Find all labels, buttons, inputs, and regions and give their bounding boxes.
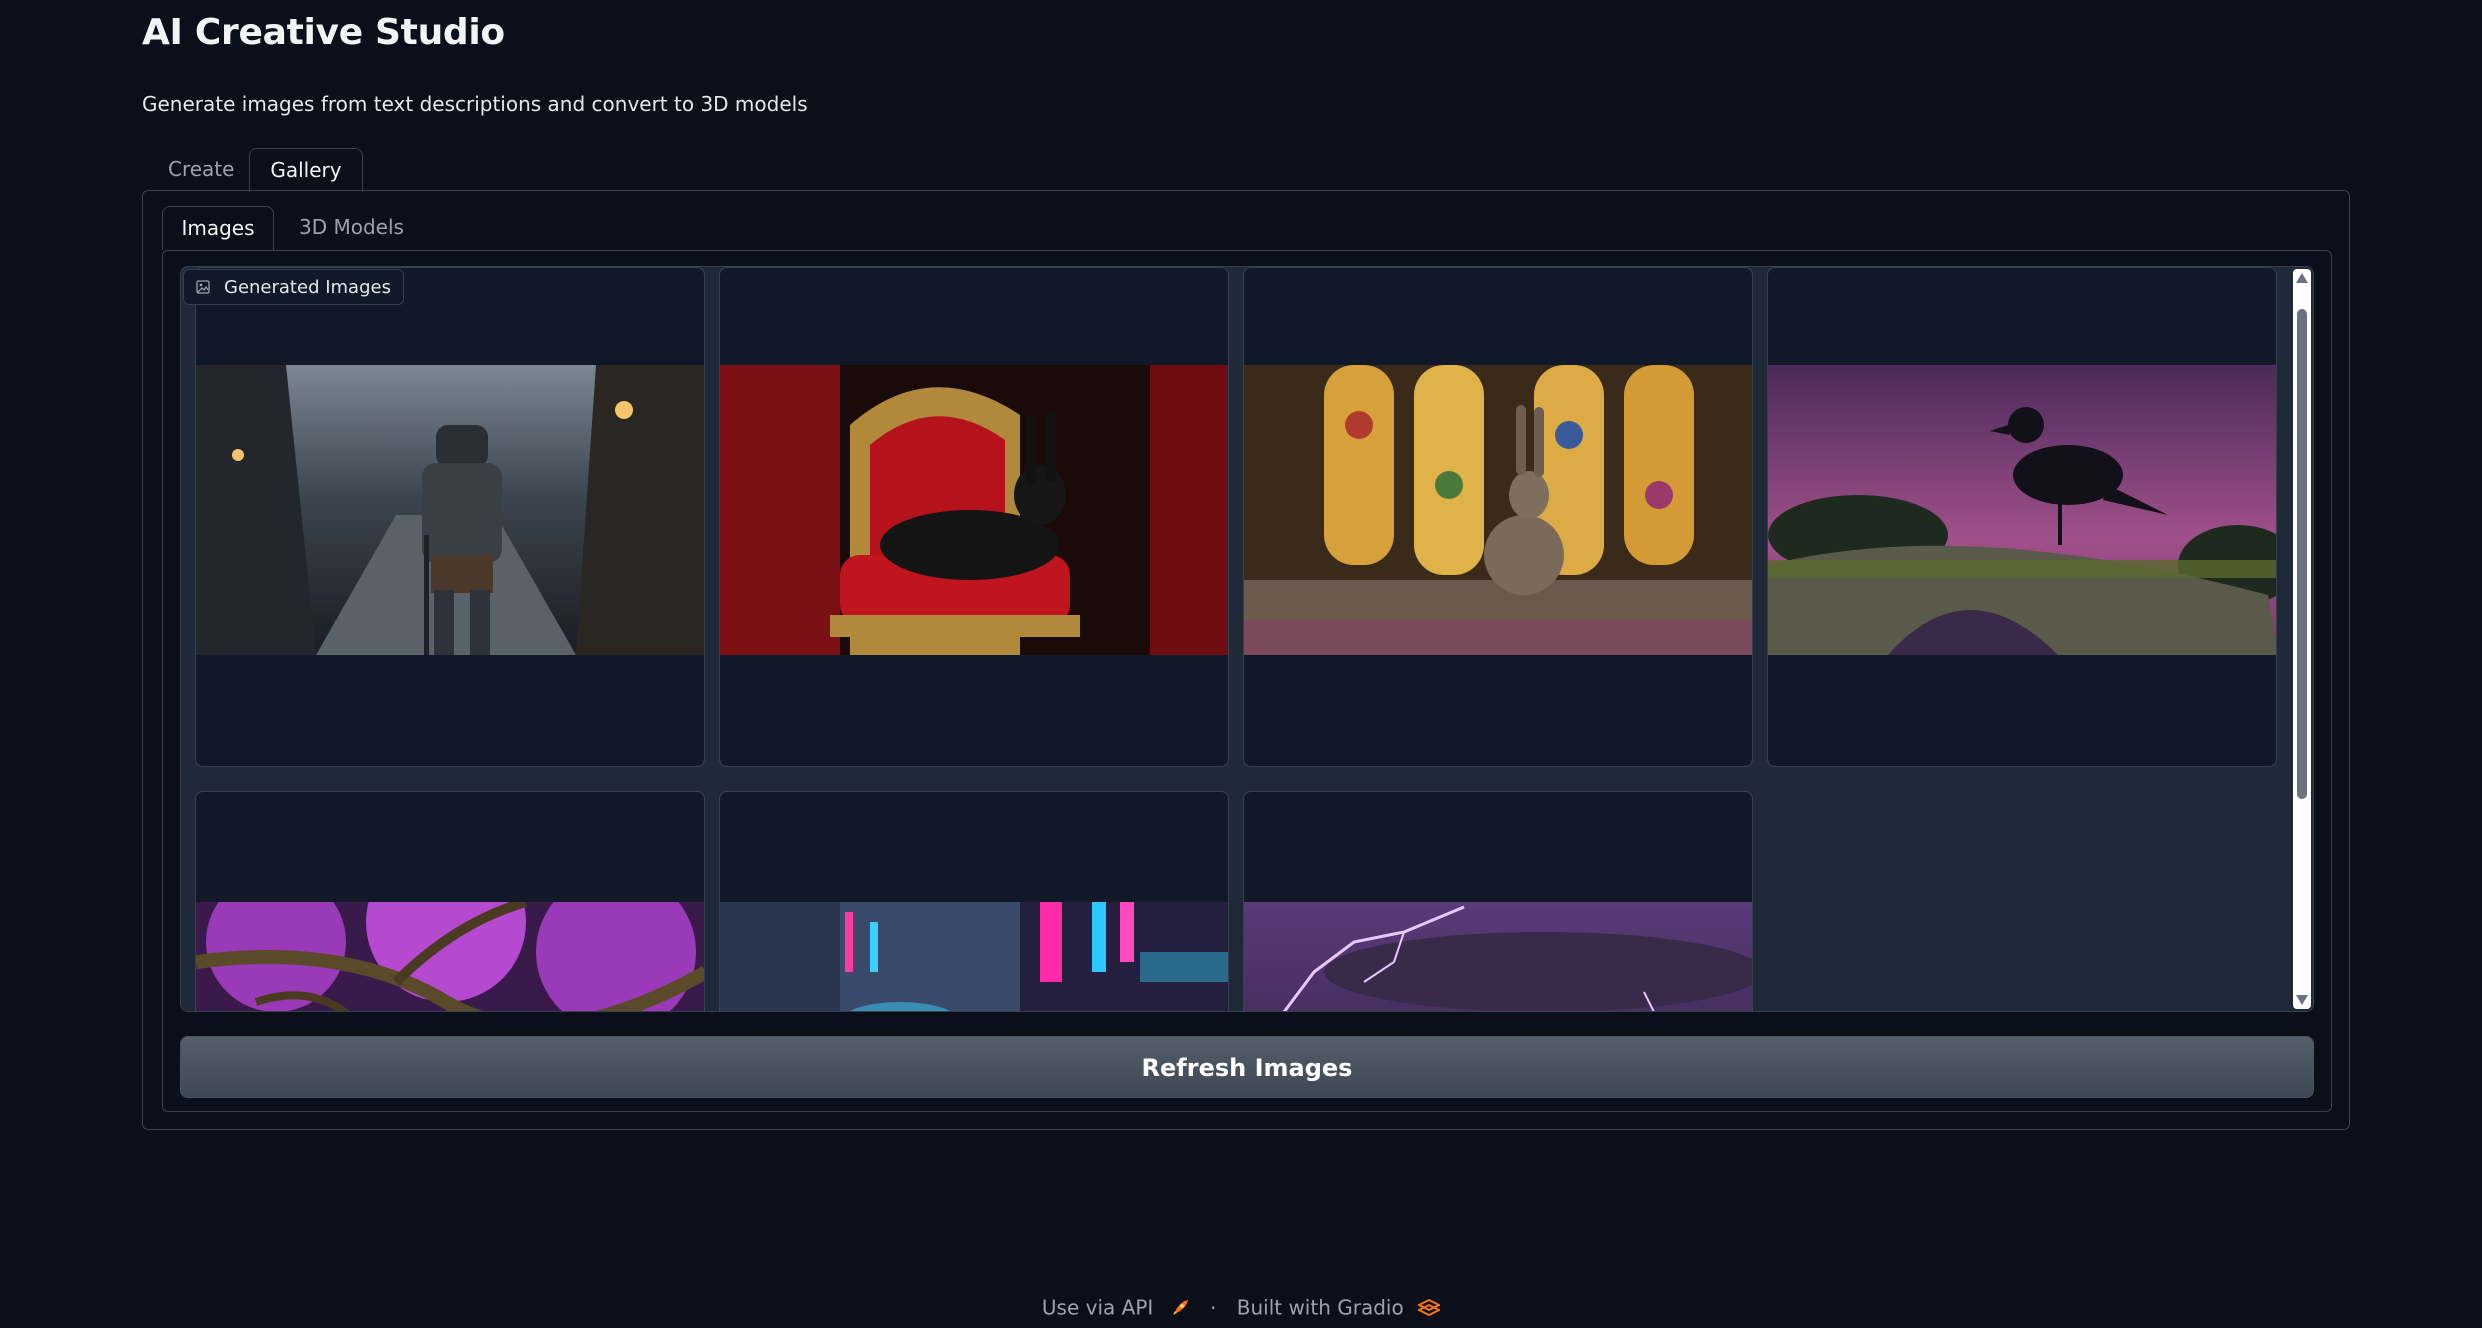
- built-with-gradio-link[interactable]: Built with Gradio: [1237, 1296, 1404, 1320]
- rabbit-throne-image: [720, 365, 1228, 655]
- footer-separator: ·: [1210, 1295, 1217, 1320]
- page-title: AI Creative Studio: [142, 12, 505, 53]
- raven-bridge-image: [1768, 365, 2276, 655]
- gallery-item-purple-tree[interactable]: [195, 791, 705, 1011]
- lightning-storm-image: [1244, 902, 1752, 1011]
- scrollbar-thumb[interactable]: [2297, 309, 2307, 799]
- tab-create[interactable]: Create: [168, 148, 258, 190]
- gallery-item-rabbit-throne[interactable]: [719, 267, 1229, 767]
- neon-street-image: [720, 902, 1228, 1011]
- gallery-label: Generated Images: [183, 269, 404, 305]
- page-description: Generate images from text descriptions a…: [142, 92, 808, 116]
- scroll-down-arrow-icon[interactable]: [2296, 995, 2308, 1005]
- tab-gallery[interactable]: Gallery: [249, 148, 363, 192]
- knight-image: [196, 365, 704, 655]
- gallery-label-text: Generated Images: [224, 277, 391, 298]
- tab-images[interactable]: Images: [162, 206, 274, 250]
- gallery-item-raven-bridge[interactable]: [1767, 267, 2277, 767]
- purple-tree-image: [196, 902, 704, 1011]
- use-via-api-link[interactable]: Use via API: [1042, 1296, 1153, 1320]
- gradio-logo-icon: [1416, 1298, 1442, 1316]
- scroll-up-arrow-icon[interactable]: [2296, 273, 2308, 283]
- footer: Use via API · Built with Gradio: [0, 1294, 2482, 1320]
- gallery-item-neon-street[interactable]: [719, 791, 1229, 1011]
- image-icon: [196, 280, 210, 294]
- rocket-icon: [1172, 1299, 1188, 1315]
- generated-images-gallery: Generated Images: [180, 266, 2314, 1012]
- gallery-scrollbar[interactable]: [2293, 269, 2311, 1009]
- gallery-item-rabbit-stained-glass[interactable]: [1243, 267, 1753, 767]
- gallery-item-knight[interactable]: [195, 267, 705, 767]
- rabbit-stained-glass-image: [1244, 365, 1752, 655]
- refresh-images-button[interactable]: Refresh Images: [180, 1036, 2314, 1098]
- tab-3d-models[interactable]: 3D Models: [299, 206, 419, 248]
- gallery-item-lightning-storm[interactable]: [1243, 791, 1753, 1011]
